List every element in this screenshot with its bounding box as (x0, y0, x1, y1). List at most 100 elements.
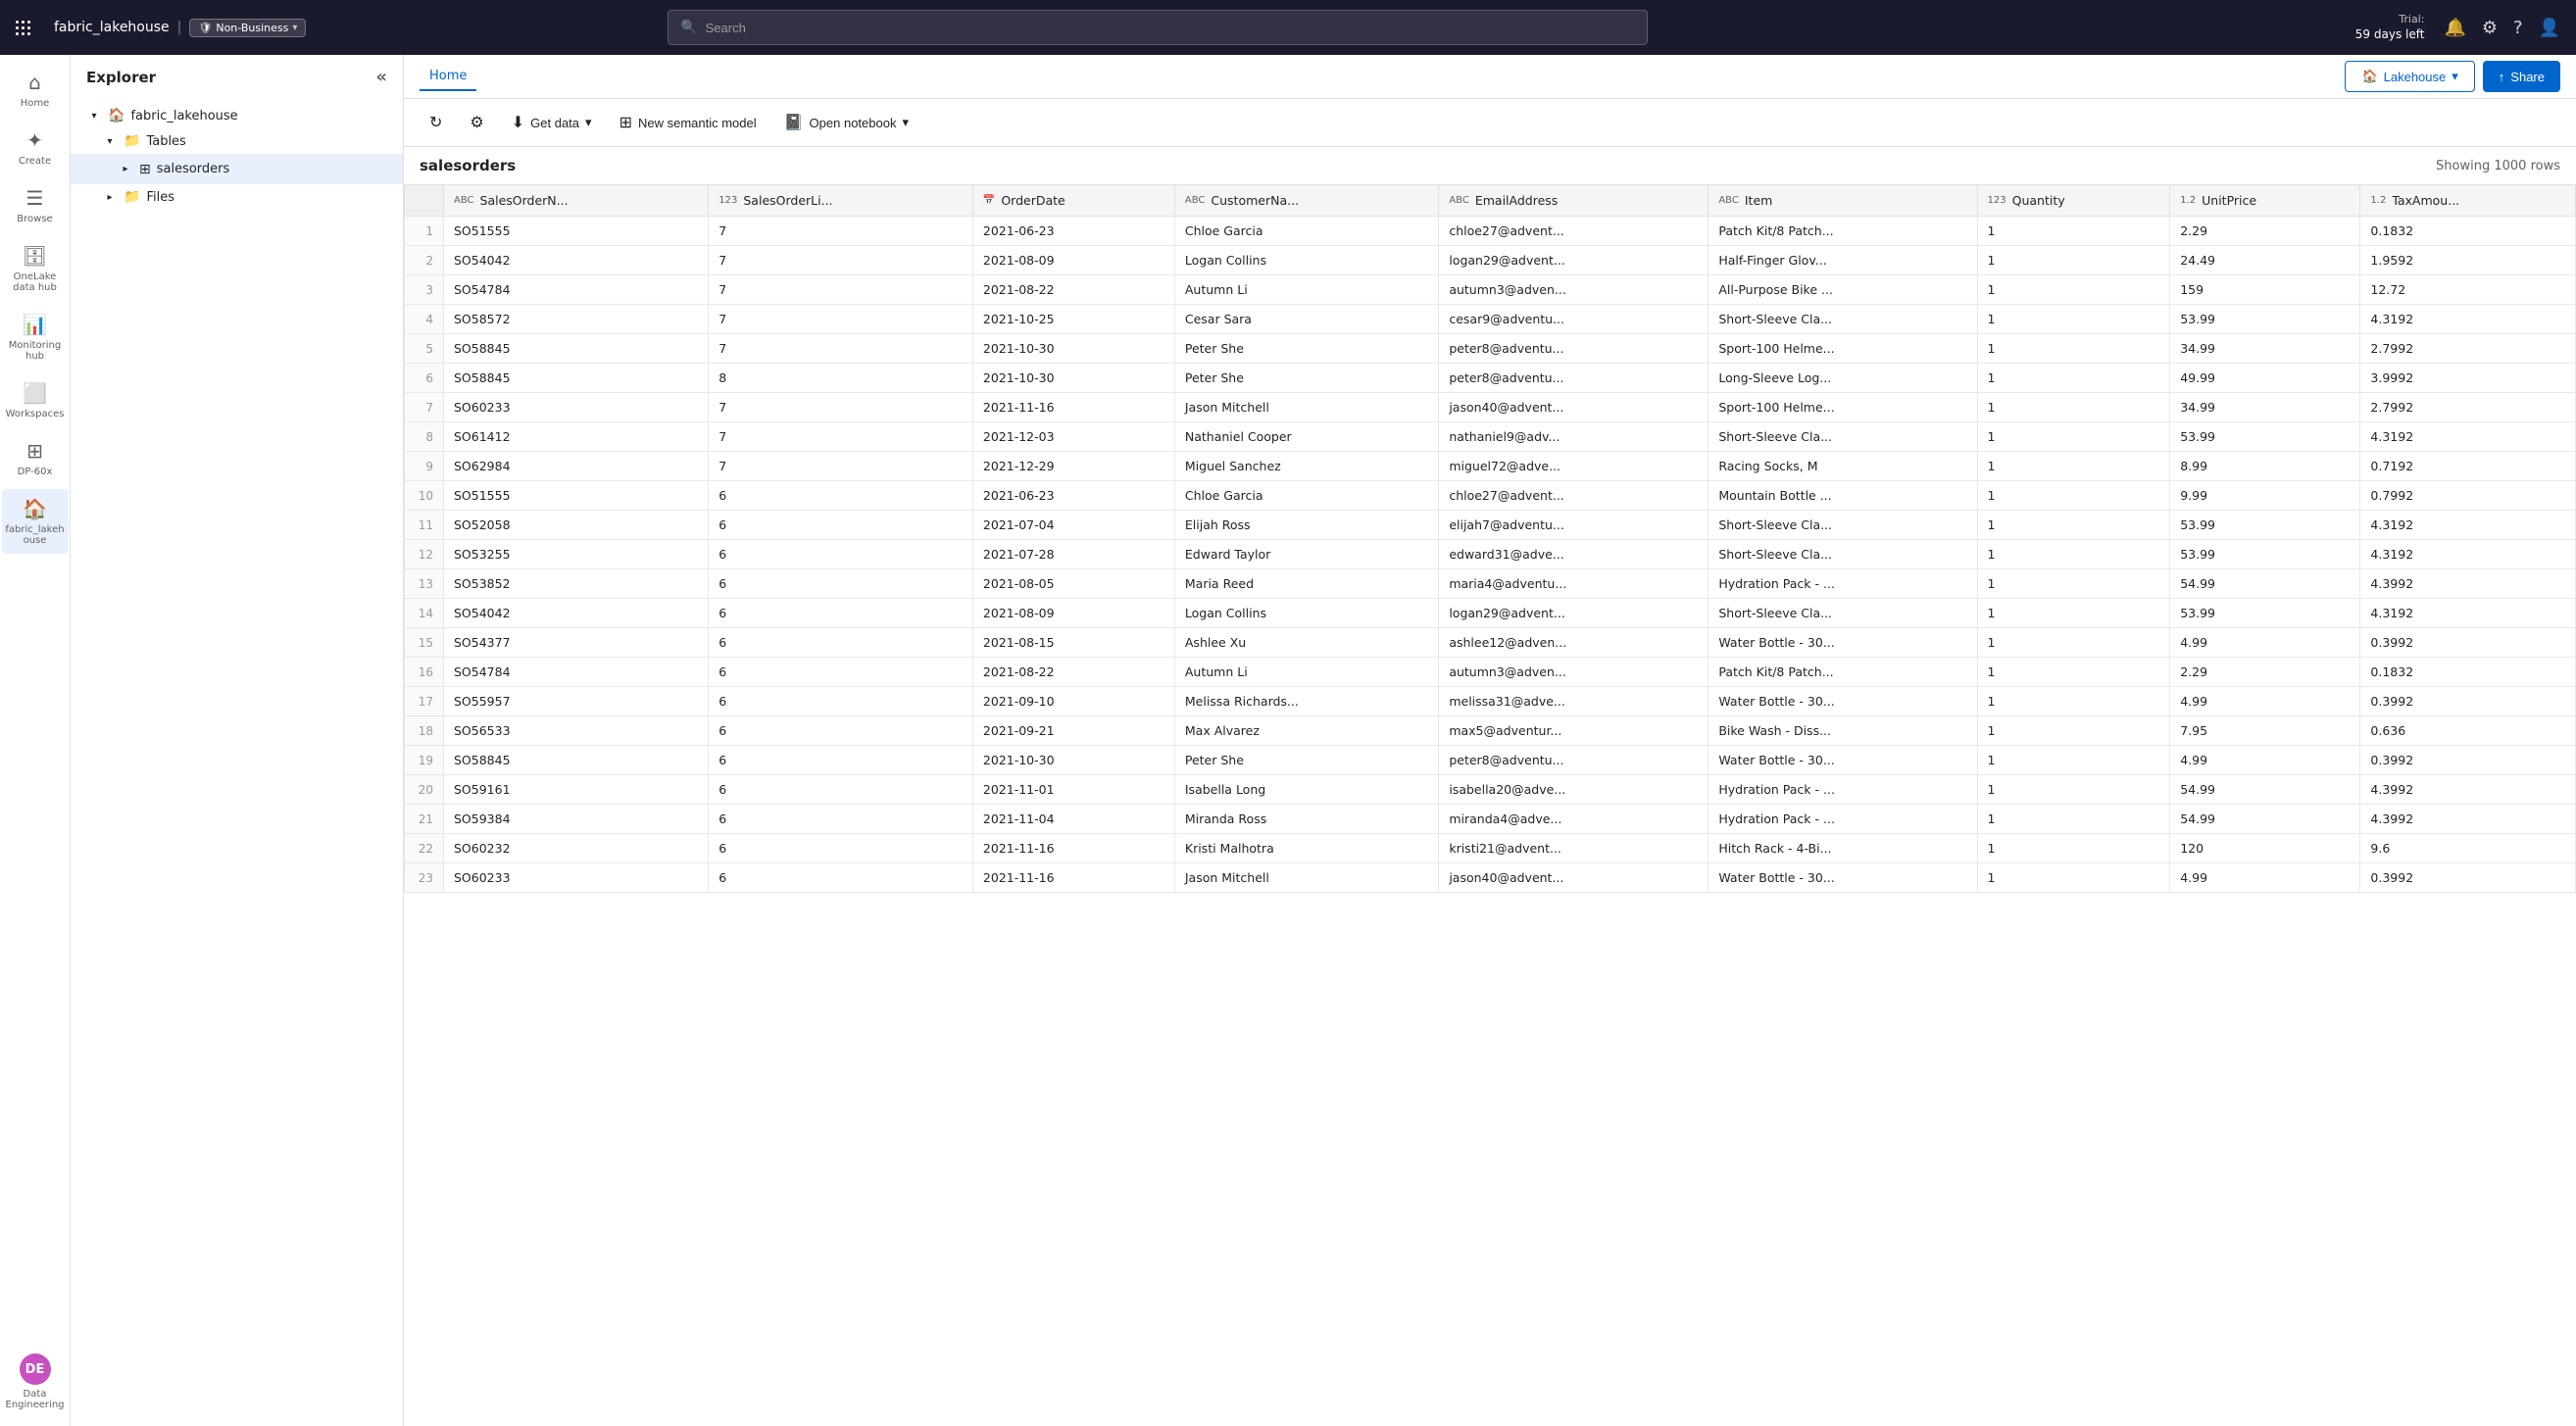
tree-item-files[interactable]: ▸ 📁 Files (71, 184, 403, 210)
settings-icon[interactable]: ⚙ (2482, 18, 2498, 38)
table-cell: 2.29 (2170, 658, 2360, 687)
table-cell: 2021-08-09 (972, 599, 1174, 628)
fabric-lakehouse-icon: 🏠 (23, 497, 47, 520)
table-cell: 53.99 (2170, 599, 2360, 628)
chevron-down-icon: ▾ (86, 111, 102, 122)
sidebar-item-onelake[interactable]: 🗄 OneLake data hub (2, 236, 69, 301)
explorer-header: Explorer « (71, 55, 403, 99)
data-table: ABCSalesOrderN... 123SalesOrderLi... 📅Or… (404, 184, 2576, 893)
table-cell: SO60233 (444, 393, 709, 422)
row-number: 22 (405, 834, 444, 863)
table-cell: 4.99 (2170, 746, 2360, 775)
table-cell: 7 (709, 305, 973, 334)
explorer-tree: ▾ 🏠 fabric_lakehouse ▾ 📁 Tables ▸ ⊞ sale… (71, 99, 403, 1426)
data-engineering-avatar: DE (20, 1353, 51, 1385)
row-number: 19 (405, 746, 444, 775)
sidebar-item-monitoring[interactable]: 📊 Monitoring hub (2, 305, 69, 369)
row-number: 13 (405, 569, 444, 599)
table-cell: Nathaniel Cooper (1174, 422, 1438, 452)
apps-grid-icon[interactable] (16, 21, 30, 35)
sidebar-item-fabric-lakehouse[interactable]: 🏠 fabric_lakeh ouse (2, 489, 69, 554)
chevron-right-icon: ▸ (102, 192, 118, 203)
table-cell: Water Bottle - 30... (1709, 628, 1977, 658)
topnav: fabric_lakehouse | 🛡 Non-Business ▾ 🔍 Tr… (0, 0, 2576, 55)
table-cell: 1 (1977, 716, 2170, 746)
sidebar-item-dp60x[interactable]: ⊞ DP-60x (2, 431, 69, 485)
settings-button[interactable]: ⚙ (460, 107, 493, 138)
table-cell: 2021-06-23 (972, 217, 1174, 246)
collapse-icon[interactable]: « (375, 67, 387, 87)
table-cell: 2021-11-16 (972, 863, 1174, 893)
row-number: 8 (405, 422, 444, 452)
help-icon[interactable]: ? (2513, 18, 2523, 38)
sidebar-item-create[interactable]: ✦ Create (2, 121, 69, 174)
table-cell: Bike Wash - Diss... (1709, 716, 1977, 746)
search-input[interactable] (706, 21, 1636, 35)
table-cell: 2021-07-28 (972, 540, 1174, 569)
semantic-model-icon: ⊞ (619, 113, 632, 132)
files-folder-icon: 📁 (124, 189, 140, 205)
table-cell: 4.3192 (2360, 511, 2576, 540)
refresh-button[interactable]: ↻ (420, 107, 452, 138)
table-cell: Water Bottle - 30... (1709, 687, 1977, 716)
table-cell: melissa31@adve... (1439, 687, 1709, 716)
table-cell: peter8@adventu... (1439, 364, 1709, 393)
sidebar-label-home: Home (21, 98, 50, 109)
table-cell: 2021-12-29 (972, 452, 1174, 481)
table-row: 21SO5938462021-11-04Miranda Rossmiranda4… (405, 805, 2576, 834)
table-cell: 6 (709, 658, 973, 687)
table-name: salesorders (420, 157, 516, 174)
table-cell: 0.3992 (2360, 746, 2576, 775)
sidebar-item-home[interactable]: ⌂ Home (2, 63, 69, 117)
new-semantic-model-button[interactable]: ⊞ New semantic model (610, 107, 767, 138)
table-cell: 53.99 (2170, 305, 2360, 334)
table-cell: Chloe Garcia (1174, 481, 1438, 511)
table-cell: 0.3992 (2360, 628, 2576, 658)
data-table-container[interactable]: ABCSalesOrderN... 123SalesOrderLi... 📅Or… (404, 184, 2576, 1426)
table-cell: 6 (709, 863, 973, 893)
table-cell: 3.9992 (2360, 364, 2576, 393)
table-cell: 1 (1977, 246, 2170, 275)
table-row: 2SO5404272021-08-09Logan Collinslogan29@… (405, 246, 2576, 275)
tree-item-salesorders[interactable]: ▸ ⊞ salesorders ⋯ (71, 154, 403, 184)
table-cell: 1 (1977, 628, 2170, 658)
table-cell: chloe27@advent... (1439, 481, 1709, 511)
tab-home[interactable]: Home (420, 63, 476, 91)
tree-item-root[interactable]: ▾ 🏠 fabric_lakehouse (71, 103, 403, 128)
table-row: 20SO5916162021-11-01Isabella Longisabell… (405, 775, 2576, 805)
table-cell: 2021-08-09 (972, 246, 1174, 275)
table-cell: SO54042 (444, 246, 709, 275)
tree-item-tables[interactable]: ▾ 📁 Tables (71, 128, 403, 154)
open-notebook-button[interactable]: 📓 Open notebook ▾ (774, 107, 918, 138)
tree-root-label: fabric_lakehouse (130, 109, 237, 123)
table-cell: 7.95 (2170, 716, 2360, 746)
get-data-button[interactable]: ⬇ Get data ▾ (502, 107, 602, 138)
notification-icon[interactable]: 🔔 (2444, 18, 2465, 38)
lakehouse-button[interactable]: 🏠 Lakehouse ▾ (2345, 61, 2474, 92)
table-row: 13SO5385262021-08-05Maria Reedmaria4@adv… (405, 569, 2576, 599)
col-header-rownum (405, 185, 444, 217)
sidebar-label-onelake: OneLake data hub (6, 271, 65, 293)
table-cell: Cesar Sara (1174, 305, 1438, 334)
table-cell: 9.99 (2170, 481, 2360, 511)
sidebar-item-workspaces[interactable]: ⬜ Workspaces (2, 373, 69, 427)
table-cell: Long-Sleeve Log... (1709, 364, 1977, 393)
table-cell: 0.7192 (2360, 452, 2576, 481)
table-row: 15SO5437762021-08-15Ashlee Xuashlee12@ad… (405, 628, 2576, 658)
table-cell: 0.7992 (2360, 481, 2576, 511)
search-bar[interactable]: 🔍 (668, 10, 1648, 45)
table-row: 4SO5857272021-10-25Cesar Saracesar9@adve… (405, 305, 2576, 334)
table-cell: SO53852 (444, 569, 709, 599)
account-icon[interactable]: 👤 (2539, 18, 2560, 38)
table-cell: Isabella Long (1174, 775, 1438, 805)
ribbon-tabs: Home 🏠 Lakehouse ▾ ↑ Share (404, 55, 2576, 99)
sensitivity-badge[interactable]: 🛡 Non-Business ▾ (189, 19, 306, 37)
explorer-panel: Explorer « ▾ 🏠 fabric_lakehouse ▾ 📁 Tabl… (71, 55, 404, 1426)
table-cell: SO60232 (444, 834, 709, 863)
row-number: 4 (405, 305, 444, 334)
share-button[interactable]: ↑ Share (2483, 61, 2560, 92)
table-cell: SO62984 (444, 452, 709, 481)
sidebar-item-data-engineering[interactable]: DE Data Engineering (2, 1346, 69, 1418)
sidebar-item-browse[interactable]: ☰ Browse (2, 178, 69, 232)
grid-header-bar: salesorders Showing 1000 rows (404, 147, 2576, 184)
